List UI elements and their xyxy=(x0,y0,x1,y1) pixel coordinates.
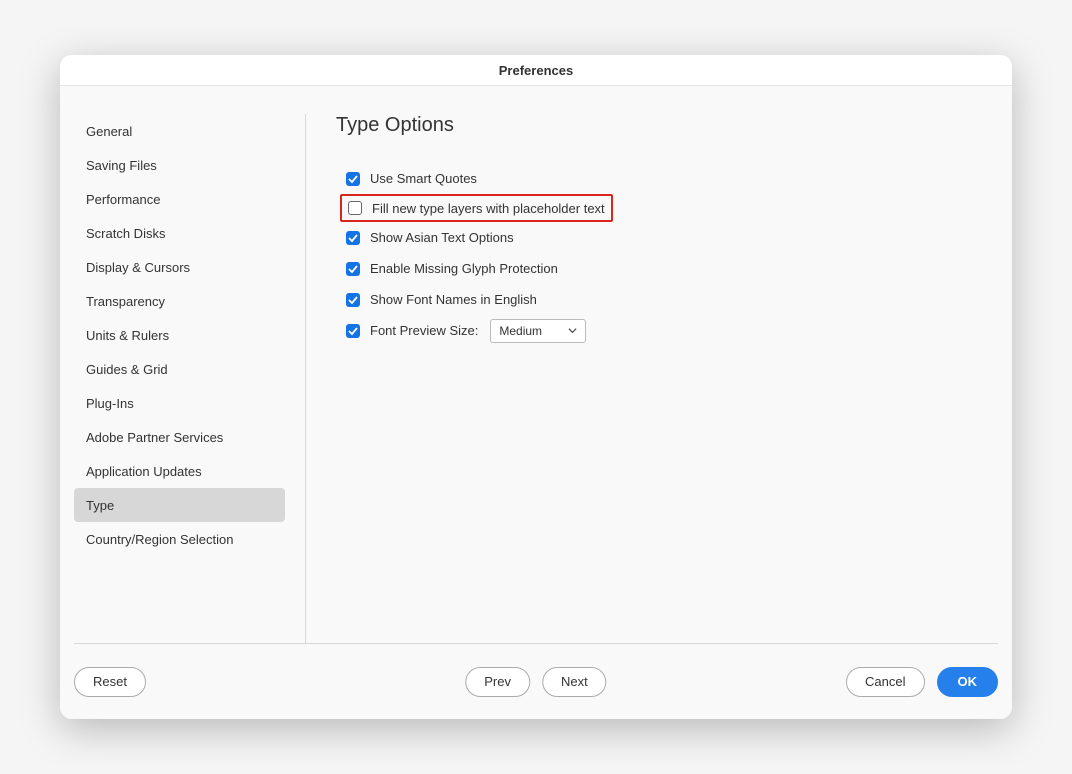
sidebar-item-label: Plug-Ins xyxy=(86,396,134,411)
option-row: Show Asian Text Options xyxy=(346,222,998,253)
dialog-footer: Reset Prev Next Cancel OK xyxy=(74,643,998,719)
content-title: Type Options xyxy=(336,114,998,137)
font-preview-select[interactable]: Medium xyxy=(490,319,586,343)
sidebar-item-label: Display & Cursors xyxy=(86,260,190,275)
font-preview-checkbox[interactable] xyxy=(346,324,360,338)
preferences-dialog: Preferences General Saving Files Performan… xyxy=(60,55,1012,719)
sidebar-item-label: Adobe Partner Services xyxy=(86,430,223,445)
check-icon xyxy=(348,326,358,336)
sidebar-item-label: Type xyxy=(86,498,114,513)
checkbox[interactable] xyxy=(348,201,362,215)
check-icon xyxy=(348,233,358,243)
option-row: Use Smart Quotes xyxy=(346,163,998,194)
sidebar-item-general[interactable]: General xyxy=(74,114,285,148)
check-icon xyxy=(348,264,358,274)
sidebar-item-label: Saving Files xyxy=(86,158,157,173)
sidebar-item-transparency[interactable]: Transparency xyxy=(74,284,285,318)
sidebar-item-application-updates[interactable]: Application Updates xyxy=(74,454,285,488)
options-list: Use Smart Quotes Fill new type layers wit… xyxy=(336,163,998,315)
next-button[interactable]: Next xyxy=(542,667,607,697)
sidebar-item-label: Application Updates xyxy=(86,464,202,479)
sidebar-item-label: General xyxy=(86,124,132,139)
main-area: General Saving Files Performance Scratch Di… xyxy=(60,86,1012,643)
option-label: Use Smart Quotes xyxy=(370,171,477,186)
sidebar-item-scratch-disks[interactable]: Scratch Disks xyxy=(74,216,285,250)
sidebar-item-label: Performance xyxy=(86,192,160,207)
sidebar-item-guides-grid[interactable]: Guides & Grid xyxy=(74,352,285,386)
sidebar-item-display-cursors[interactable]: Display & Cursors xyxy=(74,250,285,284)
checkbox[interactable] xyxy=(346,262,360,276)
dialog-body: General Saving Files Performance Scratch Di… xyxy=(60,85,1012,719)
cancel-button[interactable]: Cancel xyxy=(846,667,924,697)
option-row: Enable Missing Glyph Protection xyxy=(346,253,998,284)
sidebar-item-label: Transparency xyxy=(86,294,165,309)
sidebar-item-label: Country/Region Selection xyxy=(86,532,233,547)
prev-button[interactable]: Prev xyxy=(465,667,530,697)
sidebar-item-label: Units & Rulers xyxy=(86,328,169,343)
font-preview-value: Medium xyxy=(499,324,542,338)
option-label: Fill new type layers with placeholder te… xyxy=(372,201,605,216)
font-preview-row: Font Preview Size: Medium xyxy=(346,315,998,346)
checkbox[interactable] xyxy=(346,231,360,245)
checkbox[interactable] xyxy=(346,293,360,307)
option-label: Show Asian Text Options xyxy=(370,230,514,245)
sidebar: General Saving Files Performance Scratch Di… xyxy=(74,114,306,643)
sidebar-item-label: Guides & Grid xyxy=(86,362,168,377)
content-pane: Type Options Use Smart Quotes Fill new ty… xyxy=(306,114,998,643)
option-row: Fill new type layers with placeholder te… xyxy=(340,194,613,222)
chevron-down-icon xyxy=(568,326,577,335)
reset-button[interactable]: Reset xyxy=(74,667,146,697)
ok-button[interactable]: OK xyxy=(937,667,999,697)
option-label: Enable Missing Glyph Protection xyxy=(370,261,558,276)
checkbox[interactable] xyxy=(346,172,360,186)
sidebar-item-adobe-partner-services[interactable]: Adobe Partner Services xyxy=(74,420,285,454)
dialog-title: Preferences xyxy=(60,55,1012,85)
sidebar-item-country-region-selection[interactable]: Country/Region Selection xyxy=(74,522,285,556)
option-label: Show Font Names in English xyxy=(370,292,537,307)
check-icon xyxy=(348,174,358,184)
sidebar-item-performance[interactable]: Performance xyxy=(74,182,285,216)
sidebar-item-units-rulers[interactable]: Units & Rulers xyxy=(74,318,285,352)
sidebar-item-saving-files[interactable]: Saving Files xyxy=(74,148,285,182)
sidebar-item-label: Scratch Disks xyxy=(86,226,165,241)
check-icon xyxy=(348,295,358,305)
sidebar-item-plug-ins[interactable]: Plug-Ins xyxy=(74,386,285,420)
option-row: Show Font Names in English xyxy=(346,284,998,315)
font-preview-label: Font Preview Size: xyxy=(370,323,478,338)
sidebar-item-type[interactable]: Type xyxy=(74,488,285,522)
